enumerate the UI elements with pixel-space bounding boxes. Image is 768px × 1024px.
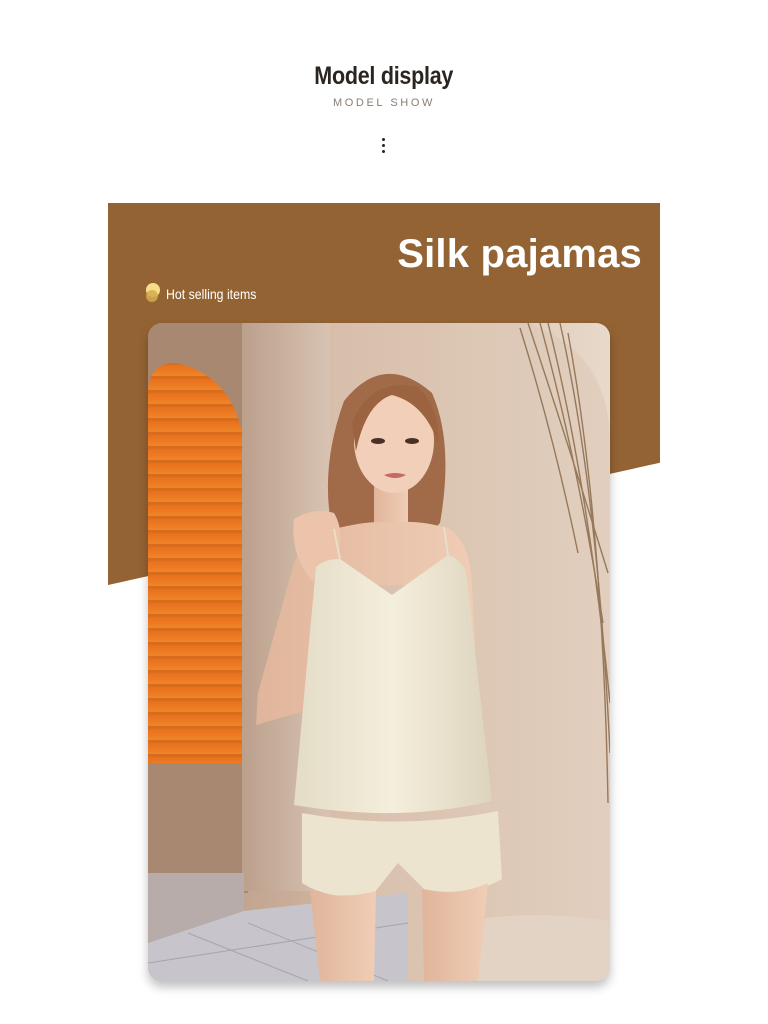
section-subtitle: MODEL SHOW xyxy=(333,97,435,109)
hot-selling-label: Hot selling items xyxy=(166,286,257,302)
model-photo xyxy=(148,323,610,981)
section-header: Model display MODEL SHOW xyxy=(0,62,768,109)
section-title: Model display xyxy=(314,62,454,90)
banner-title: Silk pajamas xyxy=(397,232,642,276)
hot-selling-tag: Hot selling items xyxy=(146,283,269,305)
gold-dot-icon xyxy=(146,283,162,305)
vertical-dots-icon xyxy=(380,138,386,156)
